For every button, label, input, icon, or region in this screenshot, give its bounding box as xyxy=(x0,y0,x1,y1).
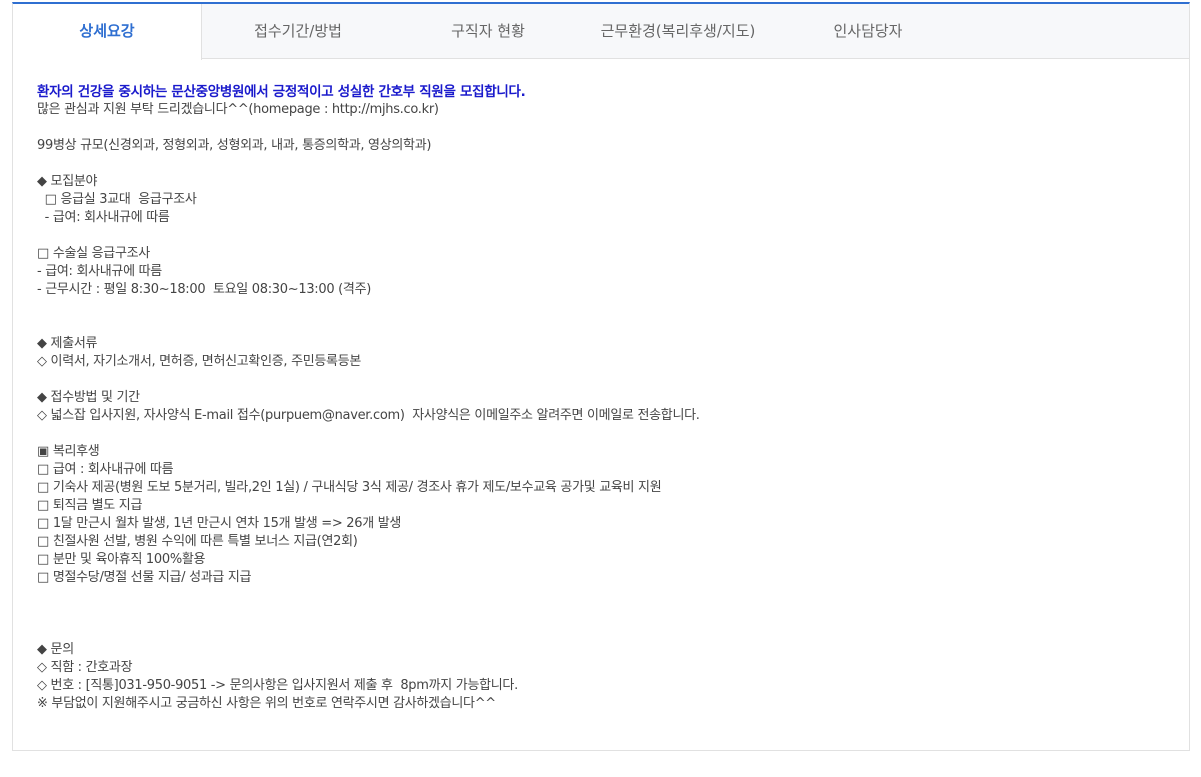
benefit-item: □ 친절사원 선발, 병원 수익에 따른 특별 보너스 지급(연2회) xyxy=(37,534,358,549)
tab-hr-manager[interactable]: 인사담당자 xyxy=(773,4,963,59)
tab-application-period[interactable]: 접수기간/방법 xyxy=(203,4,393,59)
benefit-item: □ 급여 : 회사내규에 따름 xyxy=(37,462,174,477)
job-description: 환자의 건강을 중시하는 문산중앙병원에서 긍정적이고 성실한 간호부 직원을 … xyxy=(37,83,1167,713)
contact-note: ※ 부담없이 지원해주시고 궁금하신 사항은 위의 번호로 연락주시면 감사하겠… xyxy=(37,696,496,711)
tab-details[interactable]: 상세요강 xyxy=(13,4,202,60)
benefits-heading: ▣ 복리후생 xyxy=(37,444,100,459)
tab-applicant-status[interactable]: 구직자 현황 xyxy=(393,4,583,59)
documents-heading: ◆ 제출서류 xyxy=(37,336,98,351)
recruit-item-er: □ 응급실 3교대 응급구조사 xyxy=(37,192,197,207)
benefit-item: □ 1달 만근시 월차 발생, 1년 만근시 연차 15개 발생 => 26개 … xyxy=(37,516,402,531)
contact-position: ◇ 직함 : 간호과장 xyxy=(37,660,133,675)
job-headline: 환자의 건강을 중시하는 문산중앙병원에서 긍정적이고 성실한 간호부 직원을 … xyxy=(37,84,526,100)
benefit-item: □ 기숙사 제공(병원 도보 5분거리, 빌라,2인 1실) / 구내식당 3식… xyxy=(37,480,662,495)
recruit-item-or-hours: - 근무시간 : 평일 8:30~18:00 토요일 08:30~13:00 (… xyxy=(37,282,372,297)
benefit-item: □ 분만 및 육아휴직 100%활용 xyxy=(37,552,206,567)
tab-work-environment[interactable]: 근무환경(복리후생/지도) xyxy=(583,4,773,59)
benefit-item: □ 명절수당/명절 선물 지급/ 성과급 지급 xyxy=(37,570,252,585)
recruit-heading: ◆ 모집분야 xyxy=(37,174,98,189)
benefit-item: □ 퇴직금 별도 지급 xyxy=(37,498,143,513)
tab-bar: 상세요강 접수기간/방법 구직자 현황 근무환경(복리후생/지도) 인사담당자 xyxy=(13,4,1189,60)
hospital-scale-text: 99병상 규모(신경외과, 정형외과, 성형외과, 내과, 통증의학과, 영상의… xyxy=(37,138,432,153)
job-detail-panel: 상세요강 접수기간/방법 구직자 현황 근무환경(복리후생/지도) 인사담당자 … xyxy=(12,2,1190,751)
recruit-item-or: □ 수술실 응급구조사 xyxy=(37,246,150,261)
intro-text: 많은 관심과 지원 부탁 드리겠습니다^^(homepage : http://… xyxy=(37,102,439,117)
recruit-item-er-salary: - 급여: 회사내규에 따름 xyxy=(37,210,170,225)
apply-method: ◇ 넓스잡 입사지원, 자사양식 E-mail 접수(purpuem@naver… xyxy=(37,408,700,423)
contact-phone: ◇ 번호 : [직통]031-950-9051 -> 문의사항은 입사지원서 제… xyxy=(37,678,518,693)
contact-heading: ◆ 문의 xyxy=(37,642,74,657)
documents-list: ◇ 이력서, 자기소개서, 면허증, 면허신고확인증, 주민등록등본 xyxy=(37,354,362,369)
recruit-item-or-salary: - 급여: 회사내규에 따름 xyxy=(37,264,162,279)
apply-heading: ◆ 접수방법 및 기간 xyxy=(37,390,140,405)
